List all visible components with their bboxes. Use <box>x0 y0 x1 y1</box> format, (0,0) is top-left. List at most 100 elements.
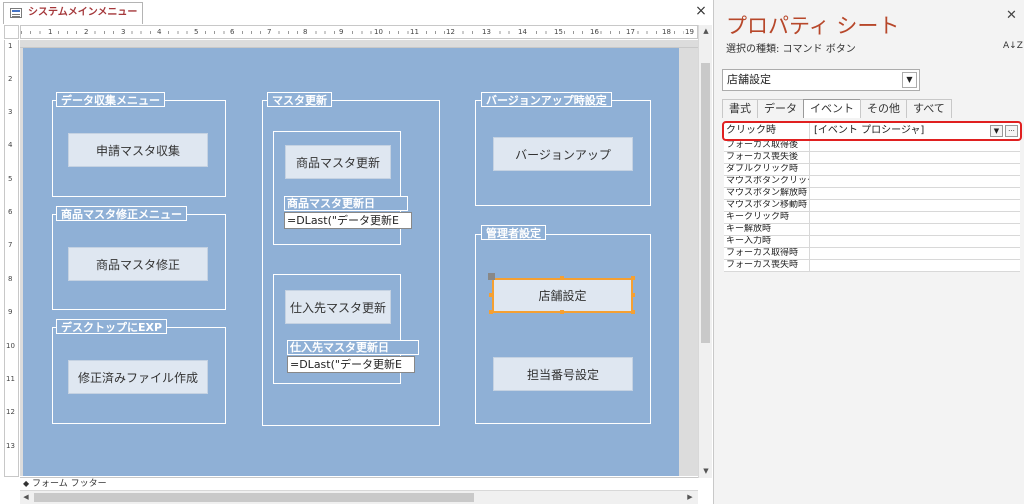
resize-handle[interactable] <box>560 310 564 314</box>
tab-format[interactable]: 書式 <box>722 99 758 118</box>
property-value[interactable] <box>810 188 1020 199</box>
move-handle[interactable] <box>488 273 495 280</box>
property-value[interactable] <box>810 200 1020 211</box>
tab-all[interactable]: すべて <box>906 99 952 118</box>
ruler-number: 8 <box>302 26 309 38</box>
property-name: フォーカス取得時 <box>724 248 810 259</box>
supplier-master-update-button[interactable]: 仕入先マスタ更新 <box>285 290 391 324</box>
ruler-number: 3 <box>8 108 13 116</box>
ruler-number: 11 <box>409 26 420 38</box>
vertical-ruler[interactable]: 1 2 3 4 5 6 7 8 9 10 11 12 13 <box>4 40 19 477</box>
ruler-number: 8 <box>8 275 13 283</box>
ruler-number: 4 <box>156 26 163 38</box>
property-value[interactable] <box>810 140 1020 151</box>
scroll-right-icon[interactable]: ▶ <box>684 491 696 504</box>
property-value[interactable] <box>810 152 1020 163</box>
property-row[interactable]: マウスボタン移動時 <box>724 200 1020 212</box>
resize-handle[interactable] <box>631 293 635 297</box>
property-row[interactable]: フォーカス取得時 <box>724 248 1020 260</box>
property-row[interactable]: キークリック時 <box>724 212 1020 224</box>
property-value[interactable] <box>810 248 1020 259</box>
product-master-update-button[interactable]: 商品マスタ更新 <box>285 145 391 179</box>
property-row[interactable]: キー解放時 <box>724 224 1020 236</box>
product-update-date-label[interactable]: 商品マスタ更新日 <box>284 196 408 211</box>
section-arrow-icon: ◆ <box>23 479 30 488</box>
ruler-number: 9 <box>8 308 13 316</box>
scroll-thumb[interactable] <box>34 493 474 502</box>
scroll-down-icon[interactable]: ▼ <box>699 465 713 477</box>
scroll-up-icon[interactable]: ▲ <box>699 25 713 37</box>
ruler-number: 3 <box>120 26 127 38</box>
group-label-desktop-exp[interactable]: デスクトップにEXP <box>56 319 168 334</box>
tab-other[interactable]: その他 <box>860 99 907 118</box>
ruler-number: 12 <box>445 26 456 38</box>
property-value[interactable] <box>810 260 1020 271</box>
object-selector[interactable]: 店舗設定 ▼ <box>722 69 920 91</box>
supplier-update-date-textbox[interactable]: =DLast("データ更新E <box>287 356 415 373</box>
horizontal-scrollbar[interactable]: ◀ ▶ <box>20 490 698 504</box>
tab-data[interactable]: データ <box>757 99 804 118</box>
property-value[interactable] <box>810 164 1020 175</box>
ruler-number: 13 <box>481 26 492 38</box>
property-row[interactable]: フォーカス喪失後 <box>724 152 1020 164</box>
property-name: マウスボタン移動時 <box>724 200 810 211</box>
resize-handle[interactable] <box>489 293 493 297</box>
ruler-number: 7 <box>8 241 13 249</box>
ruler-number: 16 <box>589 26 600 38</box>
scroll-thumb[interactable] <box>701 63 710 343</box>
property-value[interactable] <box>810 224 1020 235</box>
resize-handle[interactable] <box>489 310 493 314</box>
property-name: ダブルクリック時 <box>724 164 810 175</box>
make-fixed-file-button[interactable]: 修正済みファイル作成 <box>68 360 208 394</box>
close-icon[interactable]: × <box>694 4 708 18</box>
vertical-scrollbar[interactable]: ▲ ▼ <box>698 25 712 478</box>
product-update-date-textbox[interactable]: =DLast("データ更新E <box>284 212 412 229</box>
group-frame-admin <box>475 234 651 424</box>
property-row[interactable]: マウスボタンクリック時 <box>724 176 1020 188</box>
detail-section-bar[interactable] <box>20 40 698 48</box>
form-icon <box>10 8 22 18</box>
group-label-data-collect[interactable]: データ収集メニュー <box>56 92 165 107</box>
close-icon[interactable]: ✕ <box>1006 8 1017 23</box>
group-label-product-fix[interactable]: 商品マスタ修正メニュー <box>56 206 187 221</box>
resize-handle[interactable] <box>560 276 564 280</box>
ruler-number: 6 <box>8 208 13 216</box>
document-tab-label: システムメインメニュー <box>28 7 138 18</box>
property-row[interactable]: キー入力時 <box>724 236 1020 248</box>
property-row[interactable]: ダブルクリック時 <box>724 164 1020 176</box>
property-value[interactable] <box>810 176 1020 187</box>
group-label-master-update[interactable]: マスタ更新 <box>267 92 332 107</box>
group-label-version-up[interactable]: バージョンアップ時設定 <box>481 92 612 107</box>
chevron-down-icon[interactable]: ▼ <box>902 72 917 88</box>
ruler-number: 7 <box>266 26 273 38</box>
form-footer-bar[interactable]: ◆ フォーム フッター <box>20 477 698 489</box>
property-grid: クリック時 [イベント プロシージャ] ▼ ··· フォーカス取得後 フォーカス… <box>724 122 1020 272</box>
property-row[interactable]: フォーカス取得後 <box>724 140 1020 152</box>
group-label-admin[interactable]: 管理者設定 <box>481 225 546 240</box>
ruler-number: 6 <box>229 26 236 38</box>
property-row[interactable]: フォーカス喪失時 <box>724 260 1020 272</box>
property-value[interactable] <box>810 236 1020 247</box>
property-value[interactable] <box>810 212 1020 223</box>
apply-master-collect-button[interactable]: 申請マスタ収集 <box>68 133 208 167</box>
property-name: キークリック時 <box>724 212 810 223</box>
ruler-corner[interactable] <box>4 25 19 39</box>
store-settings-button[interactable]: 店舗設定 <box>492 278 633 313</box>
form-detail-area[interactable]: データ収集メニュー 申請マスタ収集 商品マスタ修正メニュー 商品マスタ修正 デス… <box>23 48 679 476</box>
property-name: フォーカス喪失時 <box>724 260 810 271</box>
property-row[interactable]: マウスボタン解放時 <box>724 188 1020 200</box>
staff-number-settings-button[interactable]: 担当番号設定 <box>493 357 633 391</box>
tab-event[interactable]: イベント <box>803 99 861 118</box>
document-tab[interactable]: システムメインメニュー <box>3 2 143 24</box>
horizontal-ruler[interactable]: 1 2 3 4 5 6 7 8 9 10 11 12 13 14 15 16 1… <box>20 25 698 39</box>
scroll-left-icon[interactable]: ◀ <box>20 491 32 504</box>
product-master-fix-button[interactable]: 商品マスタ修正 <box>68 247 208 281</box>
resize-handle[interactable] <box>631 310 635 314</box>
supplier-update-date-label[interactable]: 仕入先マスタ更新日 <box>287 340 419 355</box>
sort-icon[interactable]: A↓Z <box>1003 42 1023 51</box>
highlight-box <box>722 121 1022 141</box>
ruler-number: 17 <box>625 26 636 38</box>
ruler-number: 5 <box>193 26 200 38</box>
resize-handle[interactable] <box>631 276 635 280</box>
version-up-button[interactable]: バージョンアップ <box>493 137 633 171</box>
